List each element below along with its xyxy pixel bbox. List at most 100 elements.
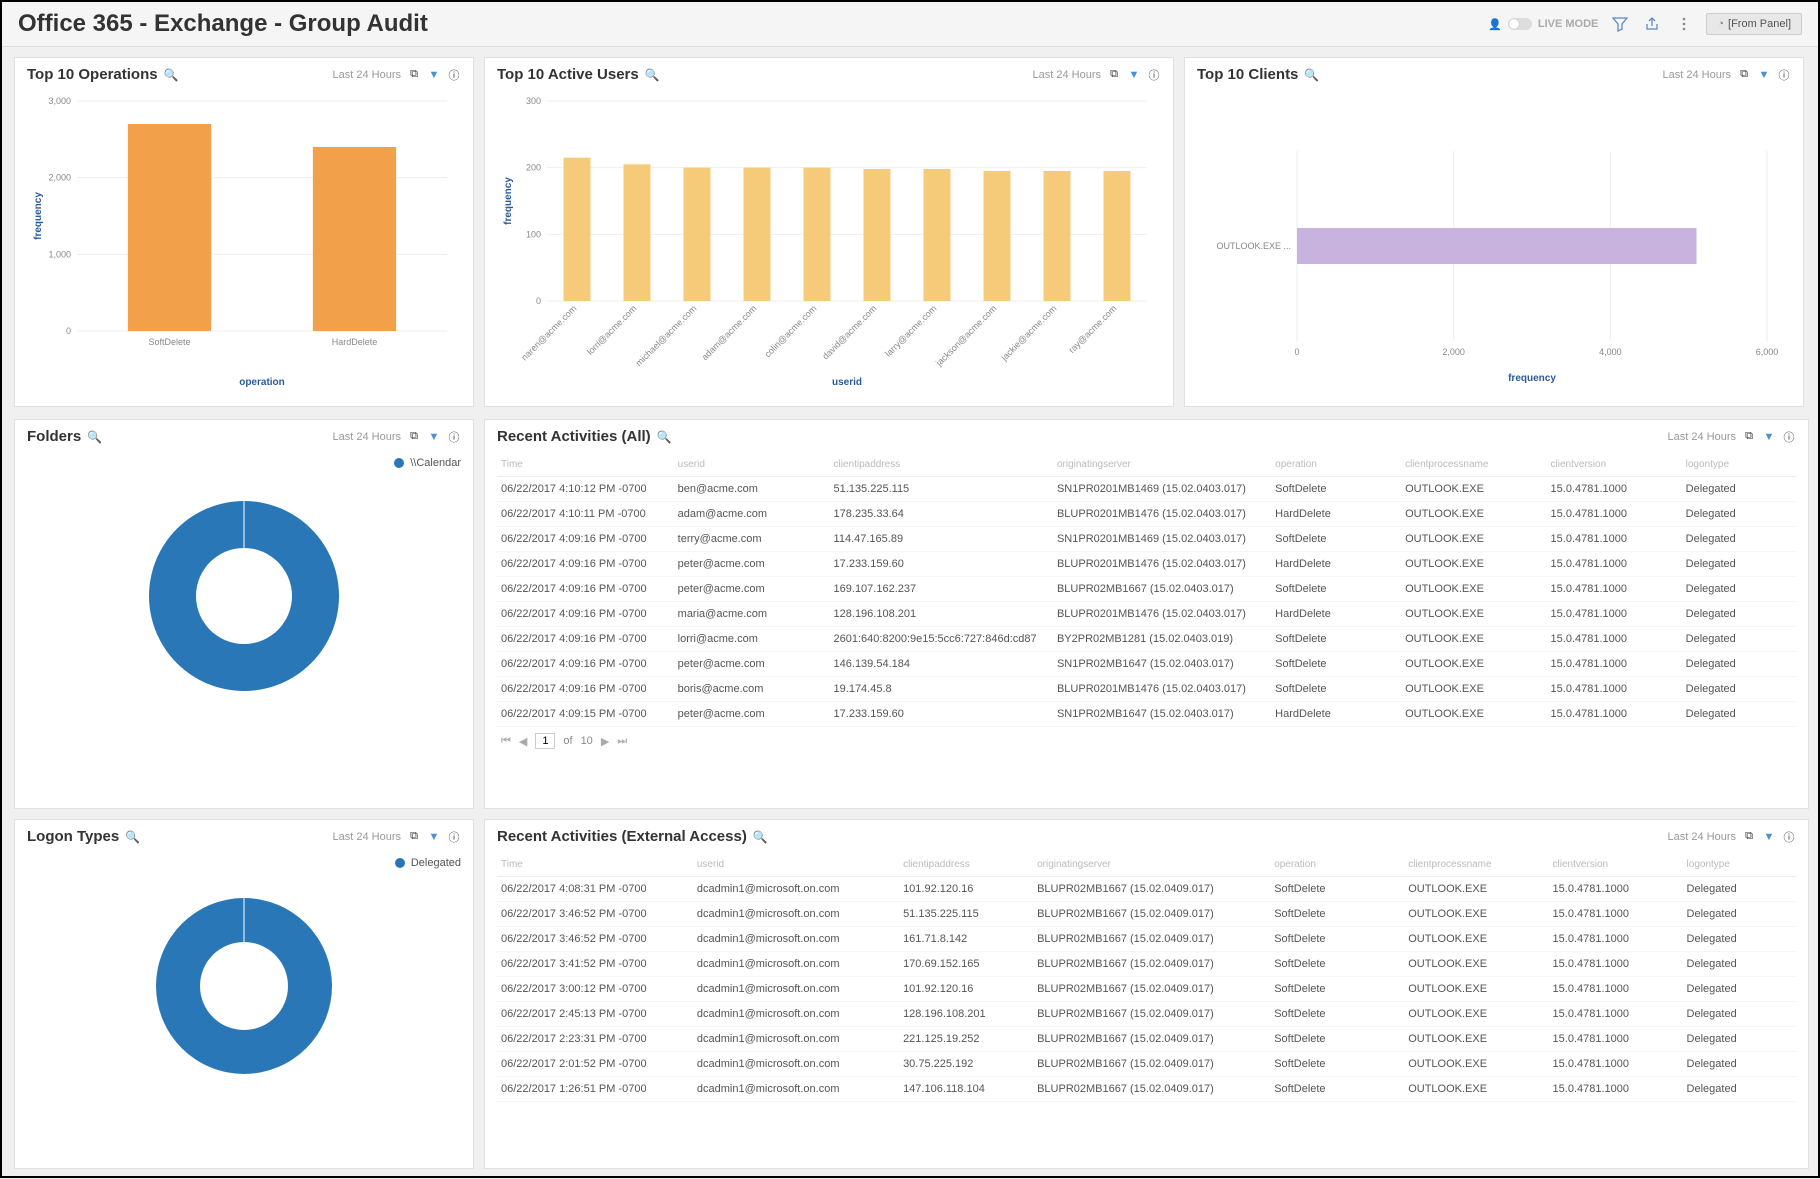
svg-text:adam@acme.com: adam@acme.com	[700, 303, 759, 362]
pager-first-icon[interactable]: ⏮	[501, 735, 511, 748]
popout-icon[interactable]: ⧉	[407, 68, 421, 82]
filter-icon[interactable]: ▼	[1757, 68, 1771, 82]
popout-icon[interactable]: ⧉	[1107, 68, 1121, 82]
pager-next-icon[interactable]: ▶	[601, 735, 609, 748]
svg-text:michael@acme.com: michael@acme.com	[634, 303, 699, 368]
popout-icon[interactable]: ⧉	[407, 430, 421, 444]
table-row[interactable]: 06/22/2017 4:10:11 PM -0700adam@acme.com…	[497, 502, 1796, 527]
kebab-icon[interactable]	[1674, 14, 1694, 34]
pager-last-icon[interactable]: ⏭	[617, 735, 627, 748]
svg-text:jackson@acme.com: jackson@acme.com	[933, 303, 998, 368]
magnify-icon[interactable]: 🔍	[1304, 68, 1319, 82]
table-row[interactable]: 06/22/2017 1:26:51 PM -0700dcadmin1@micr…	[497, 1077, 1796, 1102]
svg-text:ray@acme.com: ray@acme.com	[1067, 303, 1119, 355]
table-row[interactable]: 06/22/2017 3:00:12 PM -0700dcadmin1@micr…	[497, 977, 1796, 1002]
filter-icon[interactable]: ▼	[1762, 830, 1776, 844]
info-icon[interactable]: ⓘ	[1782, 830, 1796, 844]
panel-top-clients: Top 10 Clients🔍 Last 24 Hours ⧉ ▼ ⓘ 02,0…	[1184, 57, 1804, 407]
live-mode-toggle[interactable]: 👤 LIVE MODE	[1488, 18, 1598, 31]
table-row[interactable]: 06/22/2017 4:09:16 PM -0700boris@acme.co…	[497, 677, 1796, 702]
magnify-icon[interactable]: 🔍	[87, 430, 102, 444]
filter-icon[interactable]	[1610, 14, 1630, 34]
table-row[interactable]: 06/22/2017 3:41:52 PM -0700dcadmin1@micr…	[497, 952, 1796, 977]
info-icon[interactable]: ⓘ	[447, 830, 461, 844]
svg-text:1,000: 1,000	[48, 249, 71, 259]
panel-top-operations: Top 10 Operations 🔍 Last 24 Hours ⧉ ▼ ⓘ 0…	[14, 57, 474, 407]
table-row[interactable]: 06/22/2017 4:09:15 PM -0700peter@acme.co…	[497, 702, 1796, 727]
logon-donut-chart	[139, 881, 349, 1091]
panel-title: Recent Activities (All)	[497, 428, 651, 445]
folders-donut-chart	[129, 481, 359, 711]
svg-text:2,000: 2,000	[48, 173, 71, 183]
table-row[interactable]: 06/22/2017 4:09:16 PM -0700peter@acme.co…	[497, 552, 1796, 577]
svg-text:operation: operation	[239, 377, 285, 388]
table-row[interactable]: 06/22/2017 4:09:16 PM -0700lorri@acme.co…	[497, 627, 1796, 652]
panel-folders: Folders🔍 Last 24 Hours ⧉ ▼ ⓘ \\Calendar	[14, 419, 474, 809]
pager-page-input[interactable]	[535, 733, 555, 749]
table-row[interactable]: 06/22/2017 4:09:16 PM -0700peter@acme.co…	[497, 577, 1796, 602]
operations-bar-chart: 01,0002,0003,000SoftDeleteHardDeletefreq…	[27, 91, 457, 391]
magnify-icon[interactable]: 🔍	[164, 68, 179, 82]
svg-text:6,000: 6,000	[1756, 347, 1779, 357]
time-range-label: Last 24 Hours	[333, 831, 401, 843]
panel-top-users: Top 10 Active Users🔍 Last 24 Hours ⧉ ▼ ⓘ…	[484, 57, 1174, 407]
svg-text:0: 0	[536, 296, 541, 306]
table-row[interactable]: 06/22/2017 4:08:31 PM -0700dcadmin1@micr…	[497, 877, 1796, 902]
svg-text:frequency: frequency	[1508, 373, 1556, 384]
logon-legend: Delegated	[15, 849, 473, 877]
users-bar-chart: 0100200300naren@acme.comlorri@acme.commi…	[497, 91, 1157, 391]
popout-icon[interactable]: ⧉	[1742, 430, 1756, 444]
popout-icon[interactable]: ⧉	[407, 830, 421, 844]
magnify-icon[interactable]: 🔍	[645, 68, 660, 82]
table-row[interactable]: 06/22/2017 4:09:16 PM -0700maria@acme.co…	[497, 602, 1796, 627]
svg-text:userid: userid	[832, 377, 862, 388]
panel-recent-ext: Recent Activities (External Access)🔍 Las…	[484, 819, 1809, 1169]
filter-icon[interactable]: ▼	[427, 430, 441, 444]
table-row[interactable]: 06/22/2017 2:45:13 PM -0700dcadmin1@micr…	[497, 1002, 1796, 1027]
time-range-label: Last 24 Hours	[1668, 431, 1736, 443]
svg-text:colin@acme.com: colin@acme.com	[762, 303, 818, 359]
share-icon[interactable]	[1642, 14, 1662, 34]
filter-icon[interactable]: ▼	[1127, 68, 1141, 82]
table-row[interactable]: 06/22/2017 2:01:52 PM -0700dcadmin1@micr…	[497, 1052, 1796, 1077]
svg-text:frequency: frequency	[503, 177, 514, 225]
table-row[interactable]: 06/22/2017 2:23:31 PM -0700dcadmin1@micr…	[497, 1027, 1796, 1052]
svg-text:OUTLOOK.EXE ...: OUTLOOK.EXE ...	[1216, 241, 1291, 251]
svg-text:larry@acme.com: larry@acme.com	[883, 303, 938, 358]
table-row[interactable]: 06/22/2017 4:10:12 PM -0700ben@acme.com5…	[497, 477, 1796, 502]
svg-text:naren@acme.com: naren@acme.com	[519, 303, 578, 362]
popout-icon[interactable]: ⧉	[1742, 830, 1756, 844]
panel-title: Logon Types	[27, 828, 119, 845]
panel-title: Top 10 Clients	[1197, 66, 1298, 83]
table-row[interactable]: 06/22/2017 4:09:16 PM -0700peter@acme.co…	[497, 652, 1796, 677]
panel-title: Top 10 Operations	[27, 66, 158, 83]
time-range-label: Last 24 Hours	[333, 69, 401, 81]
svg-text:200: 200	[526, 163, 541, 173]
filter-icon[interactable]: ▼	[427, 68, 441, 82]
svg-text:0: 0	[66, 326, 71, 336]
info-icon[interactable]: ⓘ	[1777, 68, 1791, 82]
info-icon[interactable]: ⓘ	[447, 430, 461, 444]
table-row[interactable]: 06/22/2017 4:09:16 PM -0700terry@acme.co…	[497, 527, 1796, 552]
time-range-label: Last 24 Hours	[1663, 69, 1731, 81]
popout-icon[interactable]: ⧉	[1737, 68, 1751, 82]
panel-recent-all: Recent Activities (All) 🔍 Last 24 Hours ⧉…	[484, 419, 1809, 809]
clients-hbar-chart: 02,0004,0006,000OUTLOOK.EXE ...frequency	[1197, 91, 1787, 391]
info-icon[interactable]: ⓘ	[1782, 430, 1796, 444]
info-icon[interactable]: ⓘ	[1147, 68, 1161, 82]
table-row[interactable]: 06/22/2017 3:46:52 PM -0700dcadmin1@micr…	[497, 927, 1796, 952]
magnify-icon[interactable]: 🔍	[125, 830, 140, 844]
svg-text:HardDelete: HardDelete	[332, 337, 378, 347]
filter-icon[interactable]: ▼	[427, 830, 441, 844]
svg-text:4,000: 4,000	[1599, 347, 1622, 357]
info-icon[interactable]: ⓘ	[447, 68, 461, 82]
svg-text:100: 100	[526, 229, 541, 239]
magnify-icon[interactable]: 🔍	[657, 430, 672, 444]
pager-prev-icon[interactable]: ◀	[519, 735, 527, 748]
filter-icon[interactable]: ▼	[1762, 430, 1776, 444]
table-row[interactable]: 06/22/2017 3:46:52 PM -0700dcadmin1@micr…	[497, 902, 1796, 927]
panel-title: Recent Activities (External Access)	[497, 828, 747, 845]
panel-logon-types: Logon Types 🔍 Last 24 Hours ⧉ ▼ ⓘ Delegat…	[14, 819, 474, 1169]
from-panel-button[interactable]: ◔[From Panel]	[1706, 13, 1802, 35]
magnify-icon[interactable]: 🔍	[753, 830, 768, 844]
